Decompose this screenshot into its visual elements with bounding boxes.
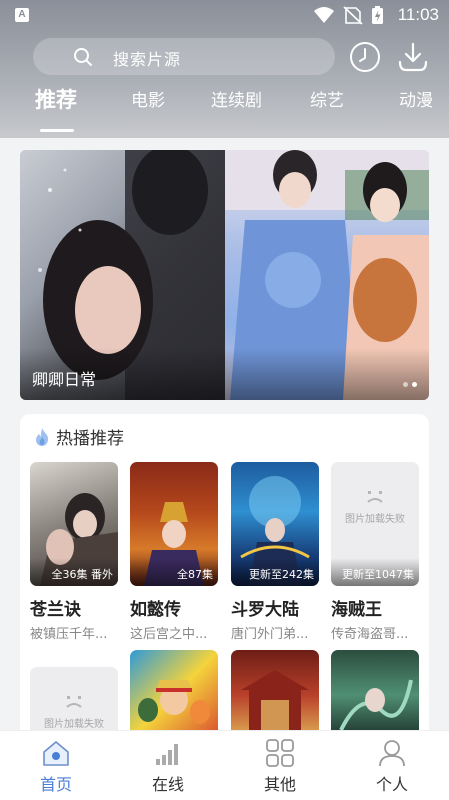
- hero-banner[interactable]: 卿卿日常: [20, 150, 429, 400]
- app-header: A 11:03 搜索片源 推荐 电影 连续剧 综艺 动漫: [0, 0, 449, 138]
- search-placeholder: 搜索片源: [113, 50, 182, 69]
- banner-title: 卿卿日常: [32, 370, 97, 389]
- media-card[interactable]: 全87集 如懿传 这后宫之中...: [130, 462, 220, 642]
- poster: [331, 650, 419, 740]
- card-description: 这后宫之中...: [130, 627, 208, 642]
- search-icon: [74, 48, 92, 66]
- nav-home[interactable]: 首页: [16, 739, 96, 795]
- poster-placeholder: 图片加载失败 更新至1047集: [331, 462, 419, 586]
- status-icons: [314, 6, 383, 25]
- sad-face-icon: [367, 491, 383, 503]
- poster: 全87集: [130, 462, 218, 586]
- wifi-icon: [314, 7, 334, 23]
- tab-movies[interactable]: 电影: [131, 86, 165, 111]
- status-bar: A 11:03: [0, 0, 449, 30]
- flame-icon: [36, 428, 49, 446]
- app-notification-icon: A: [15, 8, 29, 22]
- card-description: 传奇海盗哥...: [331, 627, 409, 642]
- card-title: 如懿传: [130, 600, 181, 620]
- grid-icon: [266, 739, 294, 767]
- card-description: 唐门外门弟...: [231, 627, 309, 642]
- media-card[interactable]: [331, 650, 421, 740]
- card-title: 斗罗大陆: [231, 600, 299, 620]
- history-clock-icon[interactable]: [348, 40, 382, 74]
- bottom-navigation: 首页 在线 其他 个人: [0, 730, 449, 800]
- episode-badge: 全36集 番外: [51, 568, 114, 581]
- poster: [231, 650, 319, 740]
- category-tabs: 推荐 电影 连续剧 综艺 动漫: [0, 84, 449, 132]
- person-icon: [379, 740, 405, 767]
- section-title: 热播推荐: [56, 429, 124, 449]
- nav-label: 首页: [39, 775, 72, 794]
- sad-face-icon: [66, 696, 82, 708]
- card-description: 被镇压千年...: [30, 627, 108, 642]
- image-fail-text: 图片加载失败: [44, 719, 104, 730]
- episode-badge: 更新至1047集: [342, 568, 414, 581]
- poster: 更新至242集: [231, 462, 319, 586]
- banner-pagination: [399, 372, 417, 391]
- poster-placeholder: 图片加载失败: [30, 667, 118, 737]
- tab-recommended[interactable]: 推荐: [35, 84, 77, 114]
- image-fail-text: 图片加载失败: [345, 514, 405, 525]
- media-card[interactable]: [231, 650, 321, 740]
- media-card[interactable]: 全36集 番外 苍兰诀 被镇压千年...: [30, 462, 120, 642]
- poster: [130, 650, 218, 740]
- active-tab-indicator: [40, 129, 74, 132]
- media-card[interactable]: [130, 650, 220, 740]
- nav-profile[interactable]: 个人: [352, 739, 432, 795]
- clock: 11:03: [397, 5, 439, 24]
- search-box[interactable]: 搜索片源: [33, 38, 335, 75]
- card-title: 海贼王: [331, 600, 382, 620]
- no-sim-icon: [343, 6, 363, 25]
- nav-label: 其他: [263, 775, 296, 794]
- media-card[interactable]: 图片加载失败: [30, 667, 120, 737]
- episode-badge: 全87集: [177, 568, 213, 581]
- media-card[interactable]: 图片加载失败 更新至1047集 海贼王 传奇海盗哥...: [331, 462, 421, 642]
- hot-recommendations-section: 热播推荐 全36集 番外 苍兰诀 被镇压千年... 全87集 如懿传 这后宫之中…: [20, 414, 429, 744]
- pagination-dot-active: [412, 382, 417, 387]
- card-title: 苍兰诀: [30, 600, 81, 620]
- nav-label: 在线: [151, 775, 184, 794]
- tab-variety[interactable]: 综艺: [310, 86, 344, 111]
- download-icon[interactable]: [396, 40, 430, 74]
- nav-other[interactable]: 其他: [240, 739, 320, 795]
- pagination-dot: [403, 382, 408, 387]
- tab-series[interactable]: 连续剧: [211, 86, 262, 111]
- tab-anime[interactable]: 动漫: [399, 86, 433, 111]
- media-card[interactable]: 更新至242集 斗罗大陆 唐门外门弟...: [231, 462, 321, 642]
- battery-charging-icon: [372, 6, 383, 24]
- poster: 全36集 番外: [30, 462, 118, 586]
- nav-online[interactable]: 在线: [128, 739, 208, 795]
- home-icon: [43, 741, 69, 766]
- nav-label: 个人: [375, 775, 408, 794]
- signal-bars-icon: [156, 744, 178, 765]
- episode-badge: 更新至242集: [249, 568, 314, 581]
